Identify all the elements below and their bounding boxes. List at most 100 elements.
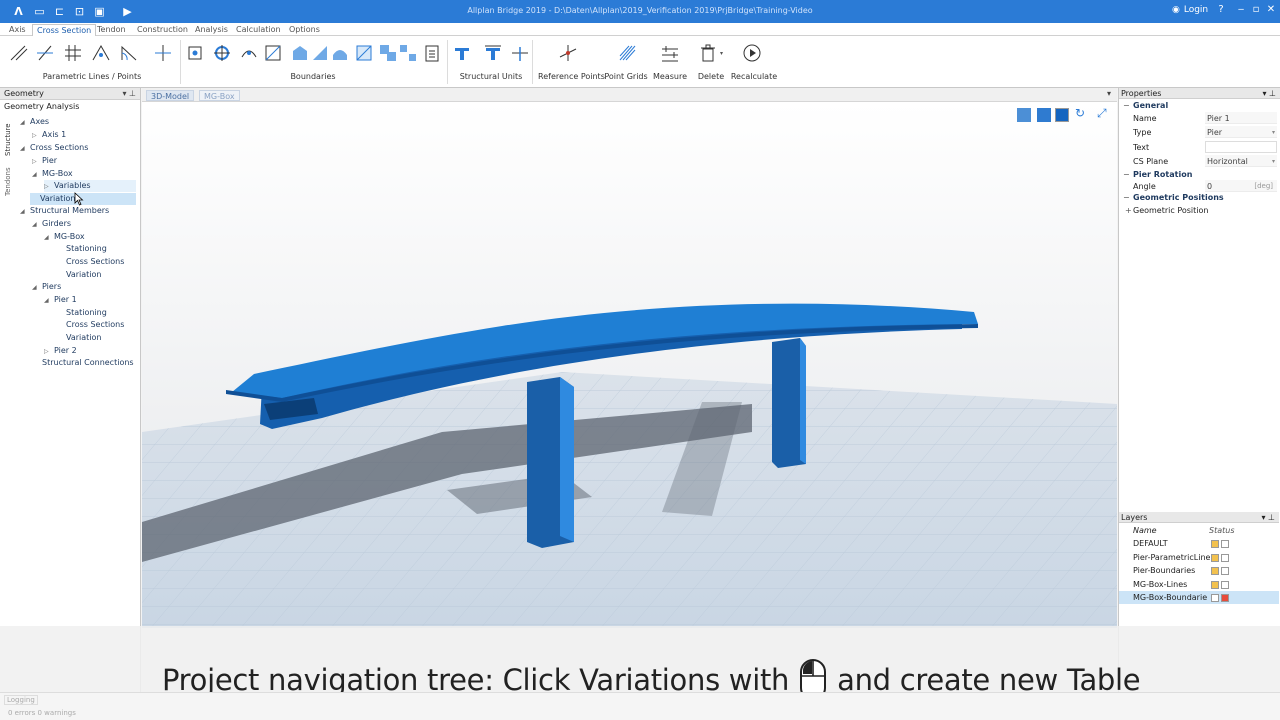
intersection-point-icon[interactable] (185, 43, 205, 63)
offset-line-icon[interactable] (35, 43, 55, 63)
refresh-icon[interactable]: ↻ (1075, 106, 1085, 120)
tree-node-structural-members[interactable]: ◢ Structural Members (20, 205, 109, 217)
tree-node-girder-cross-sections[interactable]: Cross Sections (56, 256, 124, 268)
layer-visible-icon[interactable] (1221, 567, 1229, 575)
arc-point-icon[interactable] (239, 43, 259, 63)
tree-node-girder-stationing[interactable]: Stationing (56, 243, 107, 255)
collapsed-arrow-icon[interactable]: ▷ (32, 156, 42, 168)
boundary-edit-icon[interactable] (354, 43, 374, 63)
tree-node-structural-connections[interactable]: Structural Connections (32, 357, 134, 369)
prop-category-general[interactable]: − General (1119, 99, 1279, 112)
minimize-button[interactable]: ‒ (1234, 4, 1248, 15)
collapsed-arrow-icon[interactable]: ▷ (44, 181, 54, 193)
tab-options[interactable]: Options (285, 24, 324, 36)
boundary-split-icon[interactable] (398, 43, 418, 63)
expanded-arrow-icon[interactable]: ◢ (44, 295, 54, 307)
layer-row[interactable]: DEFAULT (1119, 537, 1279, 550)
tab-structure[interactable]: Structure (4, 123, 12, 156)
line-tool-icon[interactable] (8, 43, 28, 63)
tree-node-axes[interactable]: ◢ Axes (20, 116, 49, 128)
structural-unit-line-icon[interactable] (510, 43, 530, 63)
layer-row[interactable]: Pier-Boundaries (1119, 564, 1279, 577)
layer-row[interactable]: MG-Box-Lines (1119, 578, 1279, 591)
center-point-icon[interactable] (212, 43, 232, 63)
clipboard-icon[interactable] (422, 43, 442, 63)
login-button[interactable]: ◉ Login (1172, 5, 1208, 15)
logging-tab[interactable]: Logging (4, 695, 38, 705)
distance-point-icon[interactable] (263, 43, 283, 63)
layer-lock-icon[interactable] (1211, 554, 1219, 562)
structural-unit-pier-icon[interactable] (483, 43, 503, 63)
perspective-view-icon[interactable] (1037, 108, 1051, 122)
name-field[interactable]: Pier 1 (1205, 112, 1277, 124)
boundary-copy-icon[interactable] (378, 43, 398, 63)
tree-node-axis-1[interactable]: ▷ Axis 1 (32, 129, 66, 141)
layer-row[interactable]: MG-Box-Boundarie (1119, 591, 1279, 604)
point-tool-icon[interactable] (153, 43, 173, 63)
tree-node-pier-2[interactable]: ▷ Pier 2 (44, 345, 77, 357)
collapse-icon[interactable]: − (1123, 191, 1130, 204)
angle-line-icon[interactable] (91, 43, 111, 63)
tab-analysis[interactable]: Analysis (191, 24, 232, 36)
tree-node-pier[interactable]: ▷ Pier (32, 155, 57, 167)
layer-lock-icon[interactable] (1211, 540, 1219, 548)
close-button[interactable]: ✕ (1264, 4, 1278, 15)
tab-cross-section[interactable]: Cross Section (32, 24, 97, 36)
expanded-arrow-icon[interactable]: ◢ (44, 232, 54, 244)
tree-node-pier-1[interactable]: ◢ Pier 1 (44, 294, 77, 306)
tab-mg-box[interactable]: MG-Box (199, 90, 240, 101)
measure-icon[interactable] (660, 43, 680, 63)
boundary-arc-icon[interactable] (330, 43, 350, 63)
chevron-down-icon[interactable]: ▾ (720, 50, 723, 57)
point-grid-icon[interactable] (617, 43, 637, 63)
tree-node-girder-variation[interactable]: Variation (56, 269, 102, 281)
expanded-arrow-icon[interactable]: ◢ (32, 282, 42, 294)
expanded-arrow-icon[interactable]: ◢ (20, 117, 30, 129)
3d-viewport[interactable]: 3D-Model MG-Box ▾ ↻ ⤢ (142, 88, 1117, 628)
tree-node-pier-cross-sections[interactable]: Cross Sections (56, 319, 124, 331)
reference-point-icon[interactable] (558, 43, 578, 63)
tree-node-pier-variation[interactable]: Variation (56, 332, 102, 344)
csplane-dropdown[interactable]: Horizontal ▾ (1205, 155, 1277, 167)
layer-lock-icon[interactable] (1211, 581, 1219, 589)
structural-unit-icon[interactable] (452, 43, 472, 63)
help-icon[interactable]: ? (1214, 4, 1228, 15)
tab-tendon[interactable]: Tendon (93, 24, 130, 36)
tab-tendons[interactable]: Tendons (4, 167, 12, 196)
type-dropdown[interactable]: Pier ▾ (1205, 126, 1277, 138)
tab-construction[interactable]: Construction (133, 24, 192, 36)
collapse-icon[interactable]: − (1123, 99, 1130, 112)
layer-visible-icon[interactable] (1221, 594, 1229, 602)
layer-visible-icon[interactable] (1221, 581, 1229, 589)
recalculate-icon[interactable] (742, 43, 762, 63)
prop-category-geometric-positions[interactable]: − Geometric Positions (1119, 191, 1279, 204)
boundary-rect-icon[interactable] (290, 43, 310, 63)
layer-visible-icon[interactable] (1221, 540, 1229, 548)
tab-axis[interactable]: Axis (5, 24, 30, 36)
pin-icon[interactable]: ▾ ⊥ (122, 88, 136, 100)
prop-geometric-position-row[interactable]: + Geometric Position (1119, 204, 1279, 217)
tab-3d-model[interactable]: 3D-Model (146, 90, 195, 101)
tree-node-girder-mg-box[interactable]: ◢ MG-Box (44, 231, 85, 243)
trash-icon[interactable] (698, 43, 718, 63)
text-field[interactable] (1205, 141, 1277, 153)
tree-node-piers[interactable]: ◢ Piers (32, 281, 61, 293)
expand-icon[interactable]: + (1125, 204, 1132, 217)
boundary-shape-icon[interactable] (310, 43, 330, 63)
layer-visible-icon[interactable] (1221, 554, 1229, 562)
expanded-arrow-icon[interactable]: ◢ (20, 206, 30, 218)
tree-node-girders[interactable]: ◢ Girders (32, 218, 71, 230)
collapsed-arrow-icon[interactable]: ▷ (32, 130, 42, 142)
expanded-arrow-icon[interactable]: ◢ (32, 219, 42, 231)
tree-node-pier-stationing[interactable]: Stationing (56, 307, 107, 319)
maximize-button[interactable]: ▫ (1249, 4, 1263, 15)
expanded-arrow-icon[interactable]: ◢ (20, 143, 30, 155)
grid-lines-icon[interactable] (63, 43, 83, 63)
angle-point-icon[interactable] (119, 43, 139, 63)
fullscreen-icon[interactable]: ⤢ (1097, 106, 1107, 121)
tree-node-cross-sections[interactable]: ◢ Cross Sections (20, 142, 88, 154)
expanded-arrow-icon[interactable]: ◢ (32, 169, 42, 181)
tab-calculation[interactable]: Calculation (232, 24, 285, 36)
chevron-down-icon[interactable]: ▾ (1107, 89, 1111, 98)
cube-view-icon[interactable] (1017, 108, 1031, 122)
